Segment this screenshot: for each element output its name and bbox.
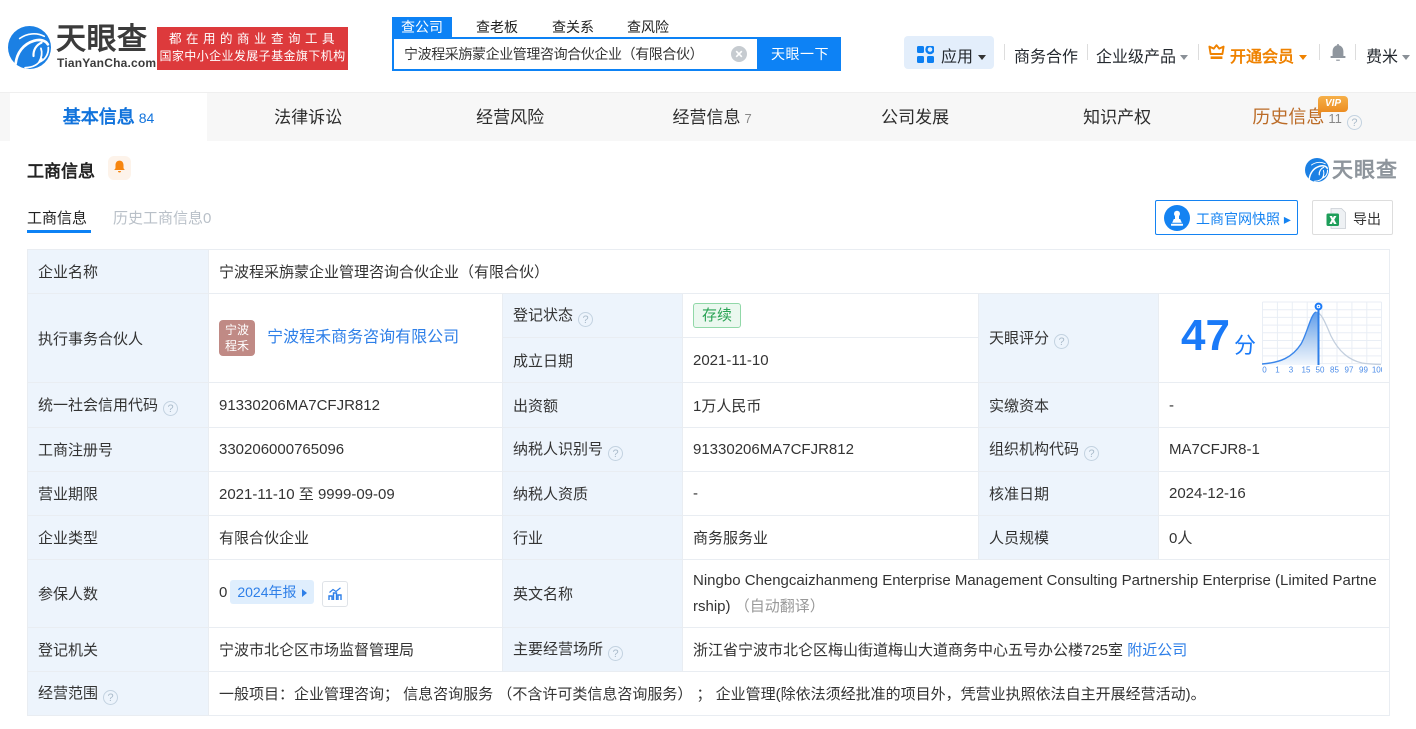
svg-text:100: 100	[1372, 366, 1382, 375]
svg-text:0: 0	[1262, 366, 1267, 375]
svg-text:50: 50	[1316, 366, 1325, 375]
svg-text:97: 97	[1345, 366, 1354, 375]
svg-text:1: 1	[1275, 366, 1280, 375]
svg-text:99: 99	[1359, 366, 1368, 375]
svg-text:15: 15	[1302, 366, 1311, 375]
svg-text:3: 3	[1289, 366, 1294, 375]
svg-text:85: 85	[1330, 366, 1339, 375]
